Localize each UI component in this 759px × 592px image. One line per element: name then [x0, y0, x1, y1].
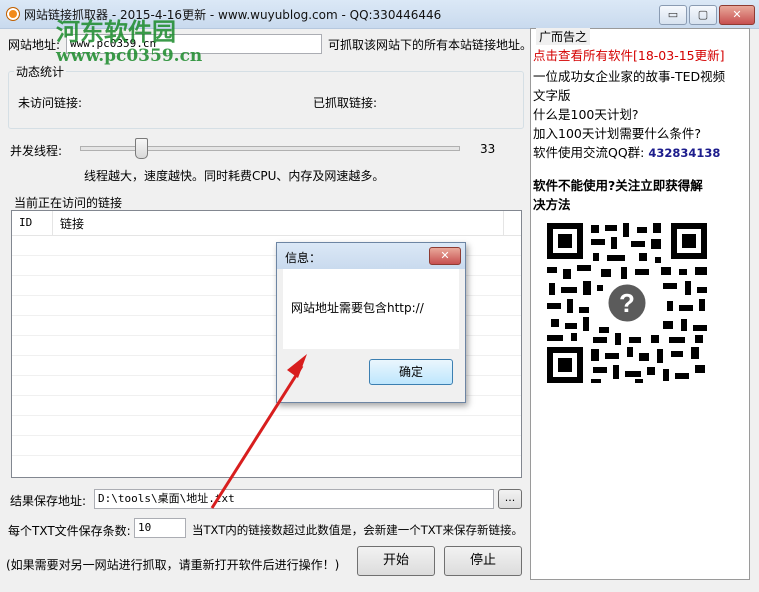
grid-line	[12, 415, 521, 416]
svg-text:?: ?	[619, 288, 635, 318]
stop-button[interactable]: 停止	[444, 546, 522, 576]
ad-panel: 点击查看所有软件[18-03-15更新] 一位成功女企业家的故事-TED视频 文…	[530, 28, 750, 580]
threads-slider-thumb[interactable]	[135, 138, 148, 159]
threads-value: 33	[480, 142, 496, 156]
stats-group	[8, 71, 524, 129]
ad-link-ted-text[interactable]: 文字版	[533, 85, 571, 104]
footer-note: (如果需要对另一网站进行抓取，请重新打开软件后进行操作！)	[6, 558, 340, 572]
dialog-body: 网站地址需要包含http://	[283, 269, 459, 349]
limit-hint: 当TXT内的链接数超过此数值是，会新建一个TXT来保存新链接。	[192, 523, 523, 537]
close-button[interactable]: ✕	[719, 5, 755, 25]
main-window: 网站链接抓取器 - 2015-4-16更新 - www.wuyublog.com…	[0, 0, 759, 592]
ad-panel-title: 广而告之	[536, 28, 591, 45]
grid-line	[12, 435, 521, 436]
column-divider	[503, 211, 504, 235]
threads-hint: 线程越大，速度越快。同时耗费CPU、内存及网速越多。	[84, 169, 385, 183]
app-icon	[6, 7, 20, 21]
limit-input[interactable]: 10	[134, 518, 186, 538]
column-link[interactable]: 链接	[60, 215, 84, 232]
browse-button[interactable]: ...	[498, 489, 522, 509]
dialog-close-button[interactable]: ✕	[429, 247, 461, 265]
url-label: 网站地址:	[8, 38, 61, 52]
limit-label: 每个TXT文件保存条数:	[8, 524, 131, 538]
ad-qq-number: 432834138	[648, 146, 721, 160]
ad-link-100-days-conditions[interactable]: 加入100天计划需要什么条件?	[533, 123, 701, 142]
close-icon: ✕	[732, 8, 742, 21]
info-dialog: 信息： ✕ 网站地址需要包含http:// 确定	[276, 242, 466, 403]
ad-link-100-days[interactable]: 什么是100天计划?	[533, 104, 639, 123]
ad-link-ted-story[interactable]: 一位成功女企业家的故事-TED视频	[533, 66, 725, 85]
watermark-title: 河东软件园	[56, 17, 176, 46]
dialog-title: 信息：	[285, 251, 322, 265]
ad-qq-group: 软件使用交流QQ群: 432834138	[533, 142, 720, 161]
threads-label: 并发线程:	[10, 144, 63, 158]
ad-link-all-software[interactable]: 点击查看所有软件[18-03-15更新]	[533, 45, 725, 64]
url-hint: 可抓取该网站下的所有本站链接地址。	[328, 38, 533, 52]
column-id[interactable]: ID	[19, 216, 32, 229]
column-divider	[52, 211, 53, 235]
dialog-ok-button[interactable]: 确定	[369, 359, 453, 385]
list-legend: 当前正在访问的链接	[14, 196, 123, 210]
maximize-button[interactable]: ▢	[689, 5, 717, 25]
watermark-url: www.pc0359.cn	[56, 46, 203, 66]
dialog-title-bar: 信息： ✕	[277, 243, 465, 269]
ad-bold-line-2: 决方法	[533, 197, 571, 212]
ad-bold-line-1: 软件不能使用?关注立即获得解	[533, 178, 703, 193]
qr-code-image: ?	[543, 219, 711, 387]
save-path-input[interactable]: D:\tools\桌面\地址.txt	[94, 489, 494, 509]
dialog-message: 网站地址需要包含http://	[291, 301, 424, 315]
minimize-button[interactable]: ▭	[659, 5, 687, 25]
list-header: ID 链接	[12, 211, 521, 236]
grid-line	[12, 455, 521, 456]
maximize-icon: ▢	[697, 8, 709, 21]
minimize-icon: ▭	[667, 8, 679, 21]
unvisited-label: 未访问链接:	[18, 96, 83, 110]
start-button[interactable]: 开始	[357, 546, 435, 576]
fetched-label: 已抓取链接:	[313, 96, 378, 110]
ad-qq-label: 软件使用交流QQ群:	[533, 145, 645, 160]
close-icon: ✕	[440, 249, 450, 262]
save-label: 结果保存地址:	[10, 494, 87, 508]
